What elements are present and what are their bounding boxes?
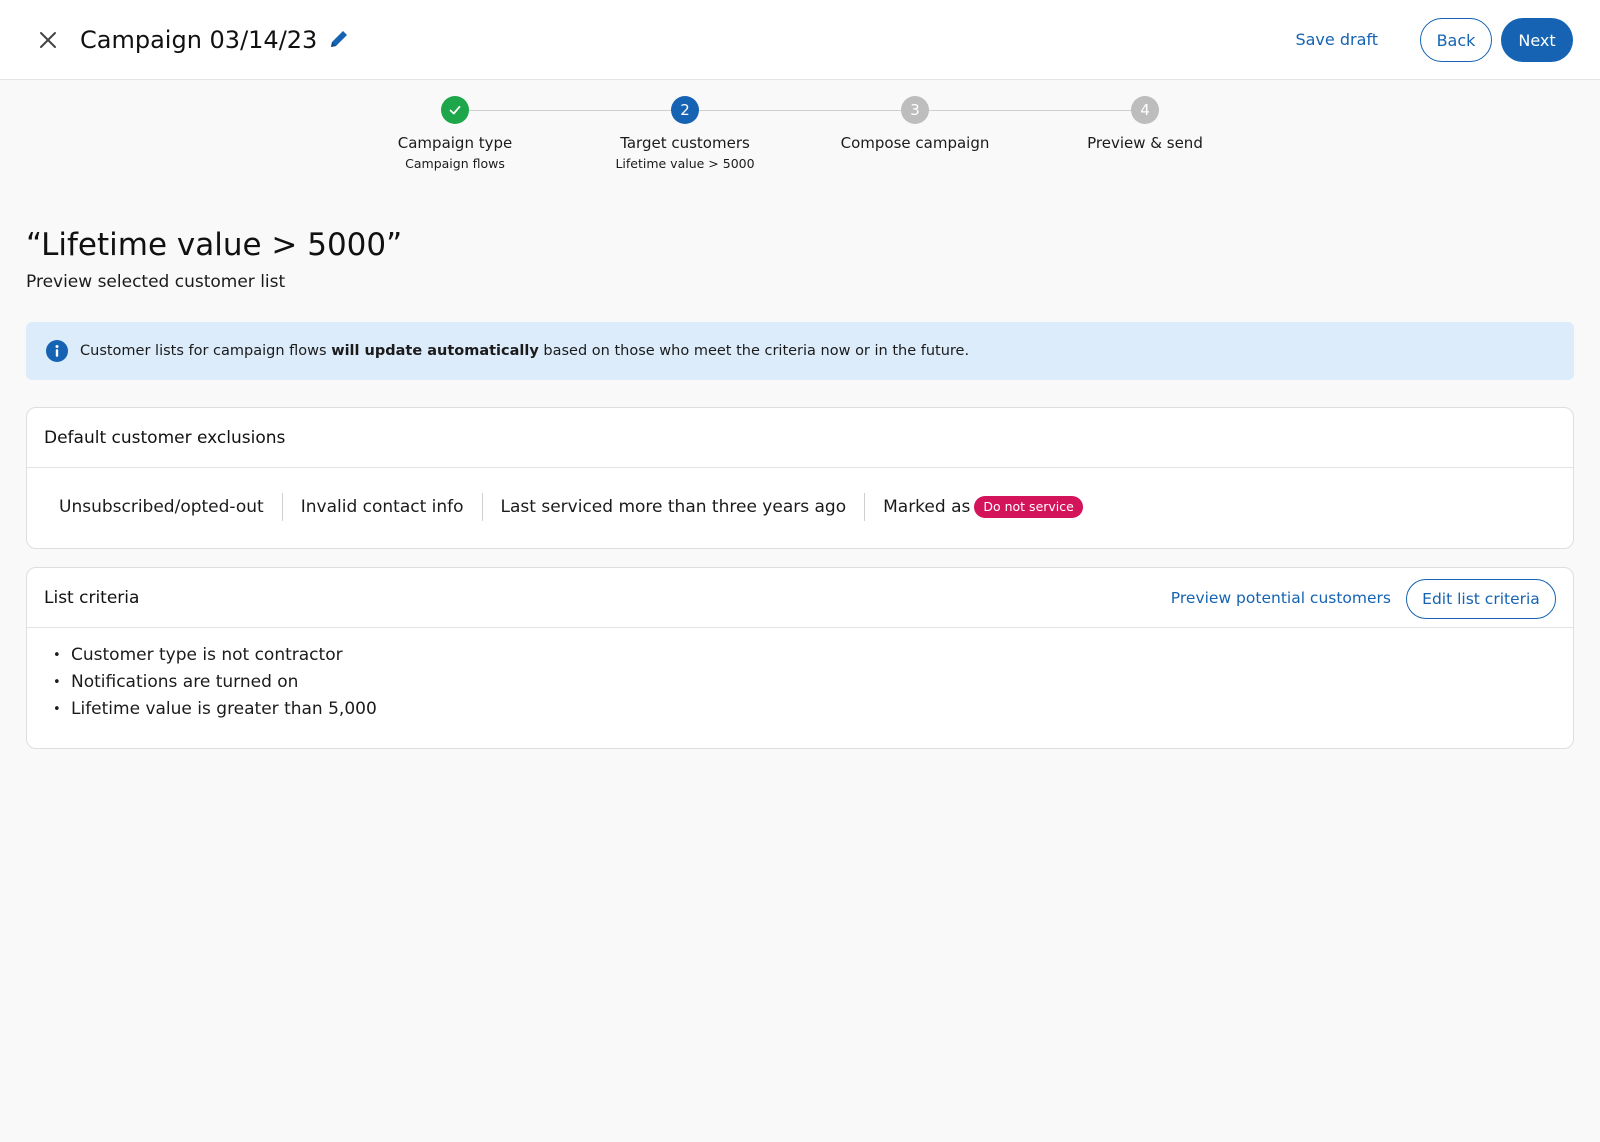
exclusions-list: Unsubscribed/opted-out Invalid contact i… <box>27 468 1573 546</box>
step-label: Compose campaign <box>840 134 990 152</box>
step-number: 4 <box>1131 96 1159 124</box>
criteria-item: Notifications are turned on <box>53 669 1573 696</box>
save-draft-button[interactable]: Save draft <box>1295 28 1378 52</box>
step-sublabel: Lifetime value > 5000 <box>615 156 755 171</box>
criteria-item: Customer type is not contractor <box>53 642 1573 669</box>
step-preview-send[interactable]: 4 Preview & send <box>1045 96 1245 153</box>
exclusions-card: Default customer exclusions Unsubscribed… <box>26 407 1574 549</box>
criteria-item: Lifetime value is greater than 5,000 <box>53 696 1573 723</box>
info-banner: Customer lists for campaign flows will u… <box>26 322 1574 380</box>
exclusions-card-header: Default customer exclusions <box>27 408 1573 468</box>
step-label: Campaign type <box>397 134 513 152</box>
edit-list-criteria-button[interactable]: Edit list criteria <box>1406 579 1556 619</box>
list-name-heading: “Lifetime value > 5000” <box>26 227 403 263</box>
exclusion-item: Unsubscribed/opted-out <box>41 493 283 521</box>
step-compose-campaign[interactable]: 3 Compose campaign <box>815 96 1015 153</box>
info-icon <box>46 340 68 362</box>
close-icon[interactable] <box>34 26 62 54</box>
step-label: Preview & send <box>1087 134 1203 152</box>
list-criteria-card-header: List criteria Preview potential customer… <box>27 568 1573 628</box>
info-banner-bold-text: will update automatically <box>331 343 539 359</box>
top-bar: Campaign 03/14/23 Save draft Back Next <box>0 0 1600 80</box>
step-campaign-type[interactable]: Campaign type Campaign flows <box>355 96 555 173</box>
do-not-service-badge: Do not service <box>974 496 1083 518</box>
exclusion-item: Invalid contact info <box>283 493 483 521</box>
exclusion-item: Marked as Do not service <box>865 493 1101 521</box>
criteria-list: Customer type is not contractor Notifica… <box>27 628 1573 723</box>
step-label: Target customers <box>620 134 750 152</box>
progress-stepper: Campaign type Campaign flows 2 Target cu… <box>0 96 1600 186</box>
back-button[interactable]: Back <box>1420 18 1492 62</box>
step-number: 3 <box>901 96 929 124</box>
exclusion-item: Last serviced more than three years ago <box>483 493 866 521</box>
exclusions-card-title: Default customer exclusions <box>44 427 286 448</box>
list-criteria-card: List criteria Preview potential customer… <box>26 567 1574 749</box>
step-sublabel: Campaign flows <box>405 156 505 171</box>
preview-potential-customers-link[interactable]: Preview potential customers <box>1171 586 1391 610</box>
step-number: 2 <box>671 96 699 124</box>
info-banner-text: Customer lists for campaign flows will u… <box>80 343 970 359</box>
next-button[interactable]: Next <box>1501 18 1573 62</box>
page-title: Campaign 03/14/23 <box>80 26 318 54</box>
list-criteria-card-title: List criteria <box>44 587 140 608</box>
check-icon <box>441 96 469 124</box>
step-target-customers[interactable]: 2 Target customers Lifetime value > 5000 <box>585 96 785 173</box>
list-subheading: Preview selected customer list <box>26 272 286 292</box>
pencil-icon[interactable] <box>326 26 352 52</box>
